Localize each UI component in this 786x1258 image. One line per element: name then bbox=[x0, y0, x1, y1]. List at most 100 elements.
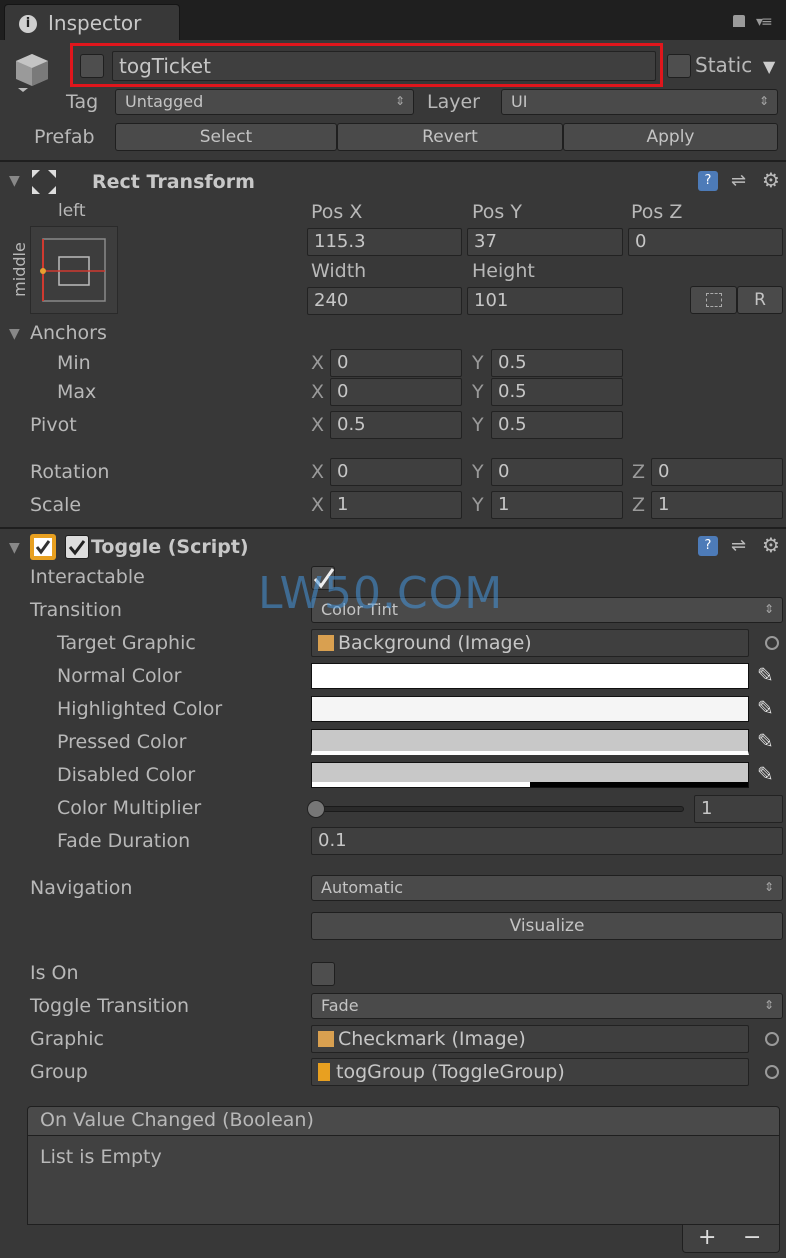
navigation-value: Automatic bbox=[321, 878, 404, 897]
min-y-field[interactable]: 0.5 bbox=[491, 349, 623, 377]
menu-icon[interactable]: ▾≡ bbox=[756, 14, 773, 30]
toggle-group-icon bbox=[318, 1063, 330, 1081]
gameobject-icon bbox=[14, 52, 50, 92]
normal-color-swatch[interactable] bbox=[311, 663, 749, 689]
help-icon[interactable]: ? bbox=[698, 171, 718, 191]
on-value-changed-title: On Value Changed (Boolean) bbox=[40, 1109, 314, 1131]
tag-value: Untagged bbox=[125, 92, 204, 111]
static-label: Static bbox=[695, 53, 753, 77]
pos-z-field[interactable]: 0 bbox=[628, 228, 783, 256]
help-icon[interactable]: ? bbox=[698, 536, 718, 556]
preset-icon[interactable]: ⇌ bbox=[731, 535, 746, 556]
min-x-field[interactable]: 0 bbox=[330, 349, 462, 377]
prefab-revert-button[interactable]: Revert bbox=[337, 123, 563, 151]
highlighted-color-swatch[interactable] bbox=[311, 696, 749, 722]
group-field[interactable]: togGroup (ToggleGroup) bbox=[311, 1058, 749, 1086]
scale-z-axis-label: Z bbox=[632, 494, 646, 516]
pos-y-field[interactable]: 37 bbox=[467, 228, 623, 256]
prefab-select-button[interactable]: Select bbox=[115, 123, 337, 151]
pivot-x-field[interactable]: 0.5 bbox=[330, 411, 462, 439]
rotation-x-field[interactable]: 0 bbox=[330, 458, 462, 486]
event-list-box: List is Empty bbox=[27, 1135, 780, 1225]
eyedropper-icon[interactable]: ✎ bbox=[757, 663, 774, 687]
color-multiplier-slider-thumb[interactable] bbox=[307, 800, 325, 818]
divider bbox=[0, 527, 786, 529]
add-event-button[interactable]: + bbox=[698, 1225, 716, 1250]
prefab-label: Prefab bbox=[34, 126, 95, 148]
rotation-y-axis-label: Y bbox=[472, 461, 484, 483]
tag-dropdown[interactable]: Untagged ⇕ bbox=[115, 89, 414, 115]
max-x-field[interactable]: 0 bbox=[330, 378, 462, 406]
height-field[interactable]: 101 bbox=[467, 287, 623, 315]
foldout-arrow-icon[interactable]: ▼ bbox=[9, 173, 20, 189]
preset-icon[interactable]: ⇌ bbox=[731, 170, 746, 191]
pivot-y-field[interactable]: 0.5 bbox=[491, 411, 623, 439]
pos-z-label: Pos Z bbox=[631, 201, 683, 223]
graphic-field[interactable]: Checkmark (Image) bbox=[311, 1025, 749, 1053]
rotation-y-field[interactable]: 0 bbox=[491, 458, 623, 486]
static-dropdown-icon[interactable]: ▼ bbox=[763, 57, 775, 76]
layer-value: UI bbox=[511, 92, 528, 111]
graphic-label: Graphic bbox=[30, 1028, 105, 1050]
height-label: Height bbox=[472, 260, 535, 282]
disabled-color-swatch[interactable] bbox=[311, 762, 749, 788]
layer-dropdown[interactable]: UI ⇕ bbox=[501, 89, 778, 115]
raw-edit-button[interactable]: R bbox=[737, 286, 783, 314]
blueprint-icon bbox=[705, 293, 722, 307]
toggle-transition-dropdown[interactable]: Fade ⇕ bbox=[311, 993, 783, 1019]
active-checkbox[interactable] bbox=[80, 54, 104, 78]
max-y-field[interactable]: 0.5 bbox=[491, 378, 623, 406]
anchor-horizontal-label: left bbox=[58, 201, 86, 221]
scale-y-field[interactable]: 1 bbox=[491, 491, 623, 519]
anchor-preset-button[interactable] bbox=[30, 226, 118, 314]
color-multiplier-label: Color Multiplier bbox=[57, 797, 202, 819]
tab-inspector[interactable]: i Inspector bbox=[4, 4, 180, 42]
anchors-foldout-icon[interactable]: ▼ bbox=[9, 326, 20, 342]
static-checkbox[interactable] bbox=[667, 54, 691, 78]
fade-duration-field[interactable]: 0.1 bbox=[311, 827, 783, 855]
eyedropper-icon[interactable]: ✎ bbox=[757, 762, 774, 786]
min-y-axis-label: Y bbox=[472, 352, 484, 374]
scale-z-field[interactable]: 1 bbox=[651, 491, 783, 519]
toggle-transition-label: Toggle Transition bbox=[30, 995, 190, 1017]
dropdown-arrows-icon: ⇕ bbox=[763, 998, 774, 1012]
object-picker-icon[interactable] bbox=[765, 636, 779, 650]
navigation-dropdown[interactable]: Automatic ⇕ bbox=[311, 875, 783, 901]
group-label: Group bbox=[30, 1061, 88, 1083]
object-picker-icon[interactable] bbox=[765, 1065, 779, 1079]
target-graphic-label: Target Graphic bbox=[57, 632, 196, 654]
component-enabled-checkbox[interactable] bbox=[65, 535, 89, 559]
gear-icon[interactable]: ⚙ bbox=[762, 533, 780, 557]
color-multiplier-slider-track[interactable] bbox=[312, 806, 684, 812]
rect-transform-icon bbox=[30, 168, 58, 196]
scale-x-field[interactable]: 1 bbox=[330, 491, 462, 519]
visualize-button[interactable]: Visualize bbox=[311, 912, 783, 940]
normal-color-label: Normal Color bbox=[57, 665, 182, 687]
eyedropper-icon[interactable]: ✎ bbox=[757, 729, 774, 753]
disabled-color-label: Disabled Color bbox=[57, 764, 196, 786]
gear-icon[interactable]: ⚙ bbox=[762, 168, 780, 192]
object-picker-icon[interactable] bbox=[765, 1032, 779, 1046]
toggle-transition-value: Fade bbox=[321, 996, 359, 1015]
pos-x-field[interactable]: 115.3 bbox=[307, 228, 462, 256]
tag-label: Tag bbox=[66, 91, 99, 113]
foldout-arrow-icon[interactable]: ▼ bbox=[9, 540, 20, 556]
dropdown-arrows-icon: ⇕ bbox=[763, 880, 774, 894]
pivot-label: Pivot bbox=[30, 414, 77, 436]
blueprint-mode-button[interactable] bbox=[690, 286, 737, 314]
fade-duration-label: Fade Duration bbox=[57, 830, 191, 852]
object-name-input[interactable]: togTicket bbox=[112, 51, 656, 81]
remove-event-button[interactable]: − bbox=[743, 1225, 761, 1250]
interactable-label: Interactable bbox=[30, 566, 145, 588]
color-multiplier-field[interactable]: 1 bbox=[694, 795, 783, 823]
pressed-color-swatch[interactable] bbox=[311, 729, 749, 755]
is-on-label: Is On bbox=[30, 962, 79, 984]
is-on-checkbox[interactable] bbox=[311, 962, 335, 986]
eyedropper-icon[interactable]: ✎ bbox=[757, 696, 774, 720]
rotation-z-field[interactable]: 0 bbox=[651, 458, 783, 486]
width-field[interactable]: 240 bbox=[307, 287, 462, 315]
prefab-apply-button[interactable]: Apply bbox=[563, 123, 778, 151]
lock-icon[interactable] bbox=[733, 15, 745, 27]
target-graphic-field[interactable]: Background (Image) bbox=[311, 629, 749, 657]
rect-transform-title: Rect Transform bbox=[92, 171, 255, 193]
